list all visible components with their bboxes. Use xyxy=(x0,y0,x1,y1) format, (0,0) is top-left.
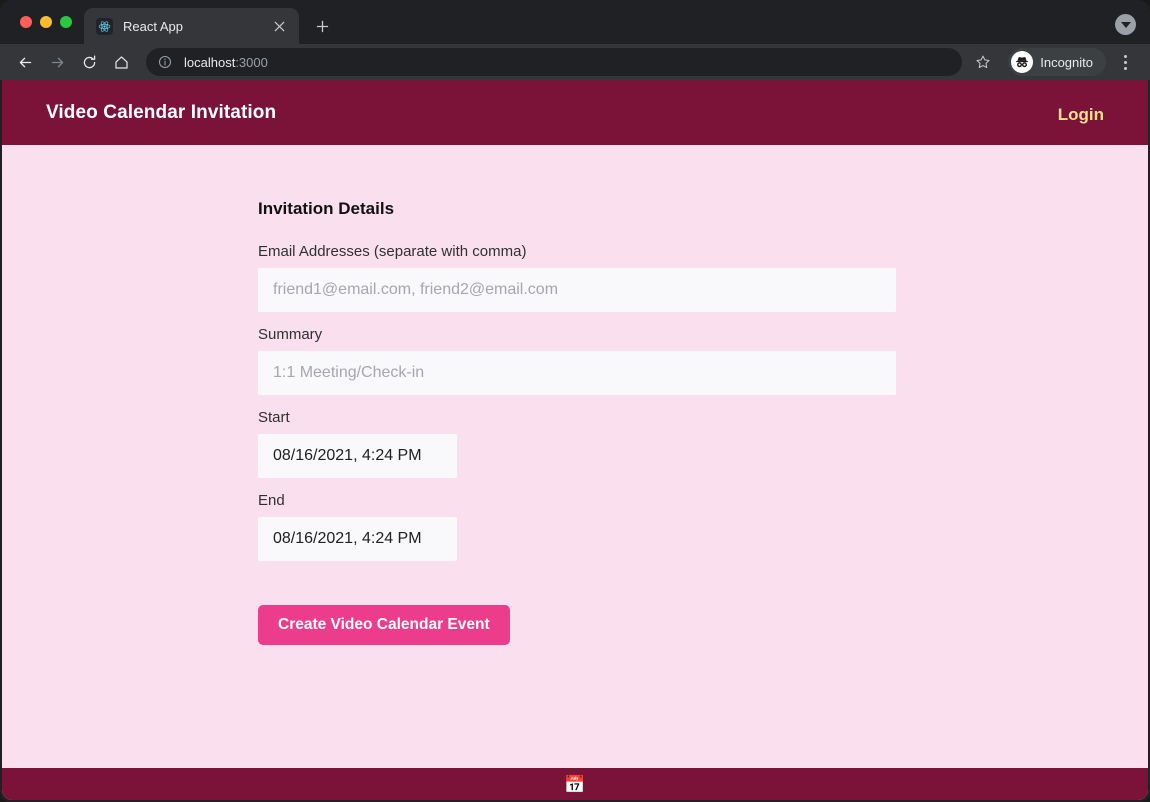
app-footer: 📅 xyxy=(2,768,1148,800)
summary-input[interactable] xyxy=(258,351,896,395)
info-circle-icon[interactable] xyxy=(158,55,172,69)
app-header: Video Calendar Invitation Login xyxy=(2,80,1148,145)
browser-tab-strip: React App xyxy=(0,0,1150,44)
menu-dot xyxy=(1123,54,1127,58)
minimize-window-button[interactable] xyxy=(40,16,52,28)
field-email-addresses: Email Addresses (separate with comma) xyxy=(258,243,896,312)
invitation-form: Invitation Details Email Addresses (sepa… xyxy=(258,199,896,645)
browser-window: React App localhost:3000 Incognito Video… xyxy=(0,0,1150,802)
email-addresses-input[interactable] xyxy=(258,268,896,312)
url-port: :3000 xyxy=(235,54,268,70)
summary-label: Summary xyxy=(258,326,323,343)
kebab-menu-icon[interactable] xyxy=(1112,49,1138,75)
url-text: localhost:3000 xyxy=(184,55,268,70)
chevron-down-icon[interactable] xyxy=(1115,14,1136,35)
start-label: Start xyxy=(258,409,290,426)
maximize-window-button[interactable] xyxy=(60,16,72,28)
browser-toolbar: localhost:3000 Incognito xyxy=(0,44,1150,80)
close-icon[interactable] xyxy=(269,16,289,36)
end-label: End xyxy=(258,492,285,509)
caret-shape xyxy=(1120,21,1131,28)
close-window-button[interactable] xyxy=(20,16,32,28)
field-start: Start 08/16/2021, 4:24 PM xyxy=(258,409,896,478)
browser-tab[interactable]: React App xyxy=(84,8,299,44)
home-icon[interactable] xyxy=(106,47,136,77)
page-title: Video Calendar Invitation xyxy=(46,101,277,123)
section-title: Invitation Details xyxy=(258,199,395,218)
address-bar[interactable]: localhost:3000 xyxy=(146,48,963,76)
incognito-icon xyxy=(1011,51,1034,73)
email-addresses-label: Email Addresses (separate with comma) xyxy=(258,243,527,260)
react-logo-icon xyxy=(96,17,113,35)
menu-dot xyxy=(1123,66,1127,70)
arrow-right-icon[interactable] xyxy=(42,47,72,77)
tab-title: React App xyxy=(123,18,183,34)
end-datetime-input[interactable]: 08/16/2021, 4:24 PM xyxy=(258,517,457,561)
create-video-calendar-event-button[interactable]: Create Video Calendar Event xyxy=(258,605,510,645)
app-main: Invitation Details Email Addresses (sepa… xyxy=(2,145,1148,768)
arrow-left-icon[interactable] xyxy=(10,47,40,77)
start-datetime-input[interactable]: 08/16/2021, 4:24 PM xyxy=(258,434,457,478)
url-host: localhost xyxy=(184,54,236,70)
incognito-profile-button[interactable]: Incognito xyxy=(1008,48,1106,76)
login-link[interactable]: Login xyxy=(1058,101,1104,125)
new-tab-button[interactable] xyxy=(307,11,337,41)
page-viewport: Video Calendar Invitation Login Invitati… xyxy=(2,80,1148,800)
calendar-emoji-icon: 📅 xyxy=(564,774,586,794)
star-icon[interactable] xyxy=(970,49,996,75)
field-end: End 08/16/2021, 4:24 PM xyxy=(258,492,896,561)
profile-label: Incognito xyxy=(1040,54,1093,70)
field-summary: Summary xyxy=(258,326,896,395)
window-controls xyxy=(0,0,82,44)
reload-icon[interactable] xyxy=(74,47,104,77)
menu-dot xyxy=(1123,60,1127,64)
